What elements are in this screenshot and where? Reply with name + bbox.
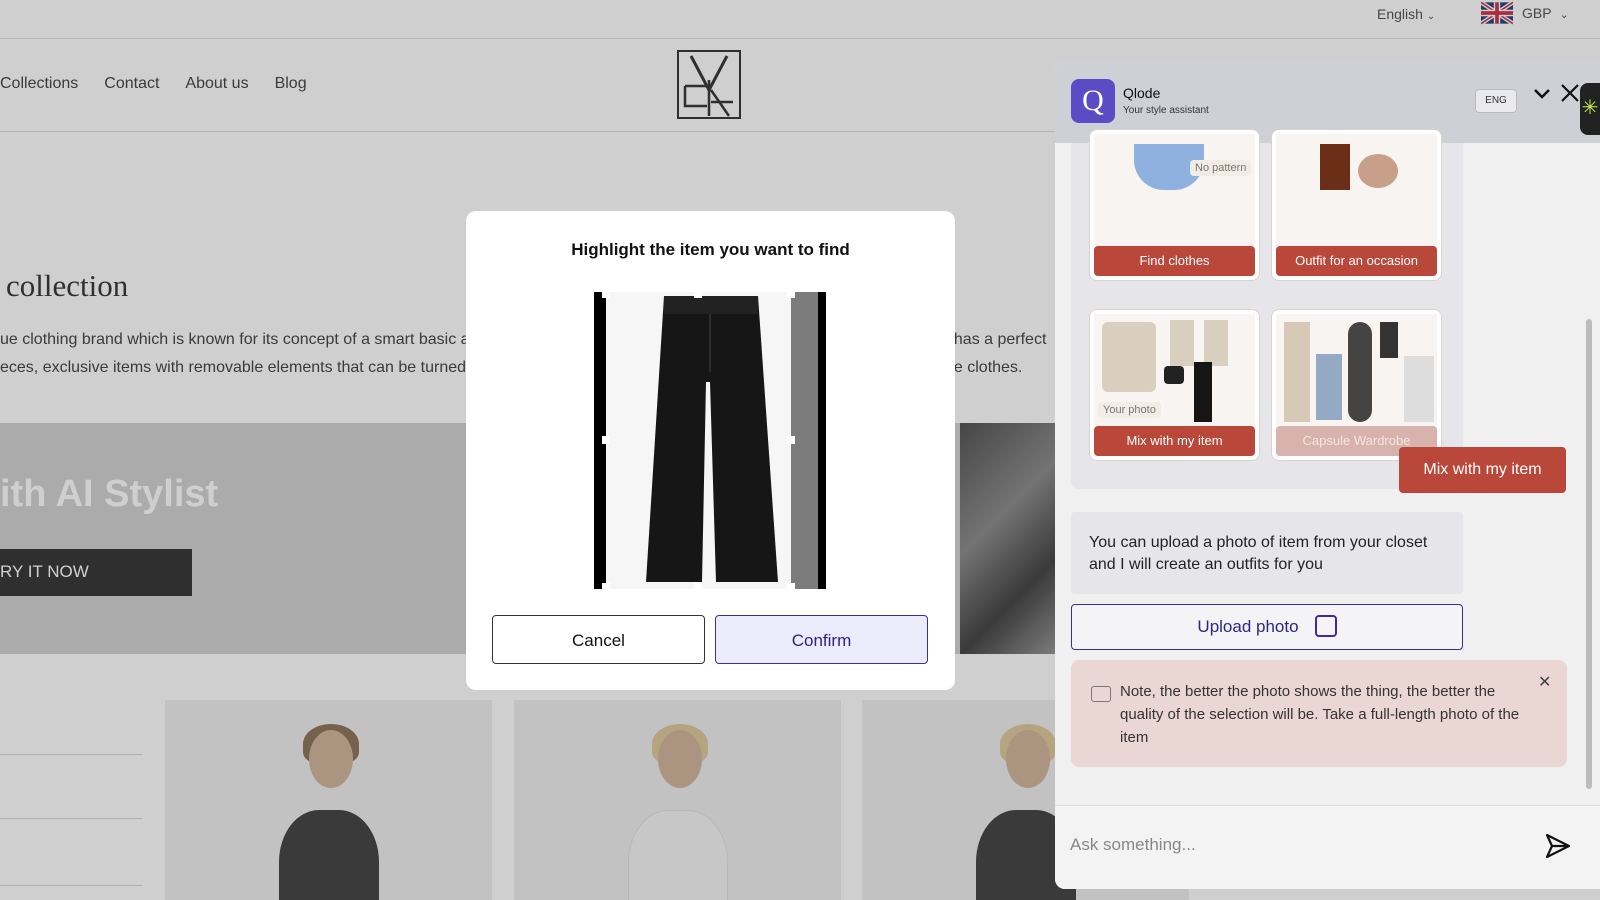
card-image	[1276, 134, 1437, 246]
outfit-occasion-card[interactable]: Outfit for an occasion	[1271, 129, 1442, 281]
card-label: Mix with my item	[1094, 426, 1255, 456]
send-icon[interactable]	[1544, 832, 1572, 860]
chat-scrollbar[interactable]	[1586, 149, 1592, 789]
crop-handle[interactable]	[787, 290, 795, 298]
upload-photo-button[interactable]: Upload photo	[1071, 604, 1463, 650]
confirm-button[interactable]: Confirm	[715, 615, 928, 664]
user-message: Mix with my item	[1399, 447, 1566, 493]
crop-handle[interactable]	[787, 436, 795, 444]
add-image-icon	[1314, 614, 1337, 637]
chat-input-bar	[1055, 805, 1600, 889]
card-image: No pattern	[1094, 134, 1255, 246]
capsule-wardrobe-card[interactable]: Capsule Wardrobe	[1271, 309, 1442, 461]
close-chat-icon[interactable]	[1560, 83, 1580, 108]
card-image: Your photo	[1094, 314, 1255, 426]
crop-handle[interactable]	[694, 290, 702, 298]
card-label: Find clothes	[1094, 246, 1255, 276]
find-clothes-card[interactable]: No pattern Find clothes	[1089, 129, 1260, 281]
options-panel: No pattern Find clothes Outfit for an oc…	[1071, 129, 1463, 489]
mix-with-my-item-card[interactable]: Your photo Mix with my item	[1089, 309, 1260, 461]
cancel-button[interactable]: Cancel	[492, 615, 705, 664]
no-pattern-tag: No pattern	[1190, 160, 1252, 176]
assistant-message: You can upload a photo of item from your…	[1071, 512, 1463, 594]
assistant-name: Qlode	[1123, 85, 1161, 101]
trousers-image	[606, 292, 791, 589]
stylist-chat-widget: Q Qlode Your style assistant ENG ✳ No pa…	[1055, 61, 1600, 889]
crop-dialog: Highlight the item you want to find Canc…	[466, 211, 955, 690]
crop-handle[interactable]	[694, 583, 702, 591]
scroll-thumb[interactable]	[1586, 319, 1592, 789]
assistant-avatar: Q	[1071, 79, 1115, 123]
crop-handle[interactable]	[602, 583, 610, 591]
item-photo	[606, 292, 791, 589]
crop-excluded-region	[791, 292, 818, 589]
card-label: Outfit for an occasion	[1276, 246, 1437, 276]
close-note-icon[interactable]: ✕	[1538, 672, 1551, 692]
dialog-title: Highlight the item you want to find	[571, 240, 850, 259]
crop-handle[interactable]	[602, 436, 610, 444]
your-photo-tag: Your photo	[1098, 402, 1161, 418]
crop-handle[interactable]	[787, 583, 795, 591]
language-toggle-button[interactable]: ENG	[1475, 89, 1517, 113]
upload-photo-label: Upload photo	[1197, 617, 1299, 636]
photo-tip-note: Note, the better the photo shows the thi…	[1071, 660, 1567, 767]
minimize-chevron-icon[interactable]	[1533, 87, 1551, 105]
card-image	[1276, 314, 1437, 426]
sparkle-launcher-icon[interactable]: ✳	[1580, 83, 1600, 135]
camera-icon	[1091, 686, 1111, 702]
chat-input[interactable]	[1070, 828, 1510, 862]
note-text: Note, the better the photo shows the thi…	[1120, 683, 1520, 746]
assistant-subtitle: Your style assistant	[1123, 105, 1209, 116]
crop-area[interactable]	[594, 290, 826, 591]
crop-handle[interactable]	[602, 290, 610, 298]
